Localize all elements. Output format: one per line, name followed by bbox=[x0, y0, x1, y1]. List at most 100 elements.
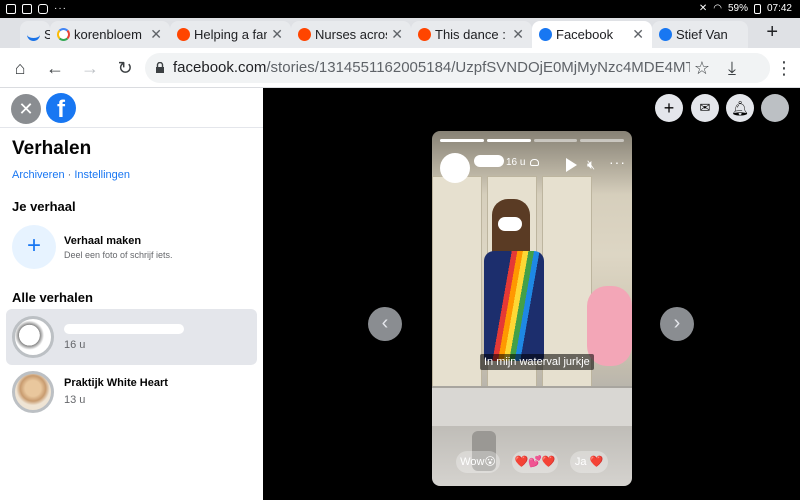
progress-segment bbox=[580, 139, 624, 142]
story-time: 13 u bbox=[64, 394, 86, 406]
tab-3[interactable]: Nurses acros ✕ bbox=[291, 21, 411, 48]
facebook-icon bbox=[659, 28, 672, 41]
account-avatar-icon[interactable] bbox=[761, 94, 789, 122]
quick-reply-button[interactable]: Ja ❤️ bbox=[570, 451, 608, 473]
wifi-icon: ◠ bbox=[713, 3, 722, 14]
more-notifications-icon: ··· bbox=[54, 3, 67, 14]
tab-title: Helping a fam bbox=[194, 27, 267, 42]
tab-6[interactable]: Stief Van bbox=[652, 21, 748, 48]
battery-icon bbox=[753, 3, 761, 14]
previous-story-icon[interactable]: ‹ bbox=[368, 307, 402, 341]
story-caption: In mijn waterval jurkje bbox=[480, 354, 594, 370]
bag-icon bbox=[22, 3, 32, 14]
redacted-name bbox=[64, 324, 184, 334]
messenger-icon[interactable]: ✉ bbox=[691, 94, 719, 122]
story-viewer-time: 16 u bbox=[506, 157, 526, 168]
reload-icon[interactable]: ↻ bbox=[113, 56, 137, 80]
tab-title: Stief Van bbox=[676, 27, 728, 42]
facebook-logo-icon[interactable]: f bbox=[46, 93, 76, 123]
gallery-icon bbox=[6, 3, 16, 14]
story-photo-door bbox=[432, 176, 482, 391]
new-tab-icon[interactable]: + bbox=[766, 21, 778, 44]
settings-link[interactable]: Instellingen bbox=[74, 169, 130, 181]
story-author-name: Praktijk White Heart bbox=[64, 377, 168, 389]
tab-title: This dance : N bbox=[435, 27, 508, 42]
quick-reply-button[interactable]: Wow😮 bbox=[456, 451, 500, 473]
avatar bbox=[12, 371, 54, 413]
battery-percent: 59% bbox=[727, 3, 748, 14]
redacted-author-avatar[interactable] bbox=[440, 153, 470, 183]
tab-title: korenbloem g bbox=[74, 27, 146, 42]
avatar bbox=[12, 316, 54, 358]
instagram-icon bbox=[38, 3, 48, 14]
close-tab-icon[interactable]: ✕ bbox=[150, 26, 162, 43]
forward-icon[interactable]: → bbox=[78, 56, 102, 80]
bookmark-star-icon[interactable]: ☆ bbox=[690, 56, 714, 80]
more-options-icon[interactable]: ··· bbox=[609, 154, 626, 170]
close-icon[interactable]: ✕ bbox=[11, 94, 41, 124]
download-icon[interactable]: ⤓ bbox=[720, 56, 744, 80]
rainbow-dress bbox=[484, 251, 544, 361]
quick-reply-button[interactable]: ❤️💕❤️ bbox=[512, 451, 558, 473]
tab-title: Nurses acros bbox=[315, 27, 387, 42]
your-story-heading: Je verhaal bbox=[12, 199, 76, 214]
clock: 07:42 bbox=[766, 3, 792, 14]
notifications-bell-icon[interactable]: 🔔︎ bbox=[726, 94, 754, 122]
tab-1[interactable]: korenbloem g ✕ bbox=[50, 21, 170, 48]
archive-link[interactable]: Archiveren bbox=[12, 169, 65, 181]
page-title: Verhalen bbox=[12, 138, 92, 159]
reddit-icon bbox=[418, 28, 431, 41]
next-story-icon[interactable]: › bbox=[660, 307, 694, 341]
create-story-button[interactable]: + Verhaal maken Deel een foto of schrijf… bbox=[12, 225, 252, 269]
back-icon[interactable]: ← bbox=[43, 56, 67, 80]
create-plus-icon[interactable]: + bbox=[655, 94, 683, 122]
story-photo-person bbox=[484, 199, 546, 379]
create-story-subtitle: Deel een foto of schrijf iets. bbox=[64, 250, 173, 260]
progress-segment bbox=[533, 139, 578, 142]
url-host: facebook.com bbox=[173, 59, 267, 76]
sidebar-links: Archiveren · Instellingen bbox=[12, 169, 130, 181]
bars-icon bbox=[27, 28, 40, 41]
story-photo-pink-object bbox=[587, 286, 632, 366]
progress-segment bbox=[486, 139, 531, 142]
story-photo-sink bbox=[432, 386, 632, 426]
reddit-icon bbox=[298, 28, 311, 41]
tab-title: Facebook bbox=[556, 27, 614, 42]
friends-audience-icon bbox=[530, 159, 539, 166]
reddit-icon bbox=[177, 28, 190, 41]
menu-icon[interactable]: ⋮ bbox=[772, 56, 796, 80]
plus-icon: + bbox=[12, 225, 56, 269]
stories-sidebar: ✕ f Verhalen Archiveren · Instellingen J… bbox=[0, 88, 263, 500]
mute-speaker-icon[interactable]: 🔇︎ bbox=[587, 157, 595, 173]
close-tab-icon[interactable]: ✕ bbox=[512, 26, 524, 43]
story-list-item[interactable]: Praktijk White Heart 13 u bbox=[6, 364, 257, 420]
play-icon[interactable] bbox=[566, 158, 577, 172]
tab-4[interactable]: This dance : N ✕ bbox=[411, 21, 532, 48]
redacted-author-name[interactable] bbox=[474, 155, 504, 167]
redacted-face bbox=[498, 217, 522, 231]
tab-facebook-active[interactable]: Facebook ✕ bbox=[532, 21, 652, 48]
sidebar-header: ✕ f bbox=[0, 88, 263, 128]
close-tab-icon[interactable]: ✕ bbox=[391, 26, 403, 43]
tab-2[interactable]: Helping a fam ✕ bbox=[170, 21, 291, 48]
lock-icon bbox=[156, 62, 164, 73]
all-stories-heading: Alle verhalen bbox=[12, 290, 93, 305]
story-card[interactable]: 16 u 🔇︎ ··· In mijn waterval jurkje Wow😮… bbox=[432, 131, 632, 486]
progress-segment bbox=[440, 139, 484, 142]
facebook-icon bbox=[539, 28, 552, 41]
story-progress-bar bbox=[440, 139, 624, 142]
android-status-bar: ··· ✕ ◠ 59% 07:42 bbox=[0, 0, 800, 18]
browser-toolbar: ⌂ ← → ↻ facebook.com/stories/13145511620… bbox=[0, 48, 800, 88]
story-list-item[interactable]: 16 u bbox=[6, 309, 257, 365]
tab-0[interactable]: S bbox=[20, 21, 50, 48]
create-story-title: Verhaal maken bbox=[64, 235, 142, 247]
story-time: 16 u bbox=[64, 339, 86, 351]
url-path: /stories/1314551162005184/UzpfSVNDOjE0Mj… bbox=[266, 59, 739, 76]
link-separator: · bbox=[67, 169, 72, 181]
close-tab-icon[interactable]: ✕ bbox=[271, 26, 283, 43]
tab-strip: S korenbloem g ✕ Helping a fam ✕ Nurses … bbox=[0, 18, 800, 48]
home-icon[interactable]: ⌂ bbox=[8, 56, 32, 80]
close-tab-icon[interactable]: ✕ bbox=[632, 26, 644, 43]
google-icon bbox=[57, 28, 70, 41]
address-bar[interactable]: facebook.com/stories/1314551162005184/Uz… bbox=[145, 53, 770, 83]
